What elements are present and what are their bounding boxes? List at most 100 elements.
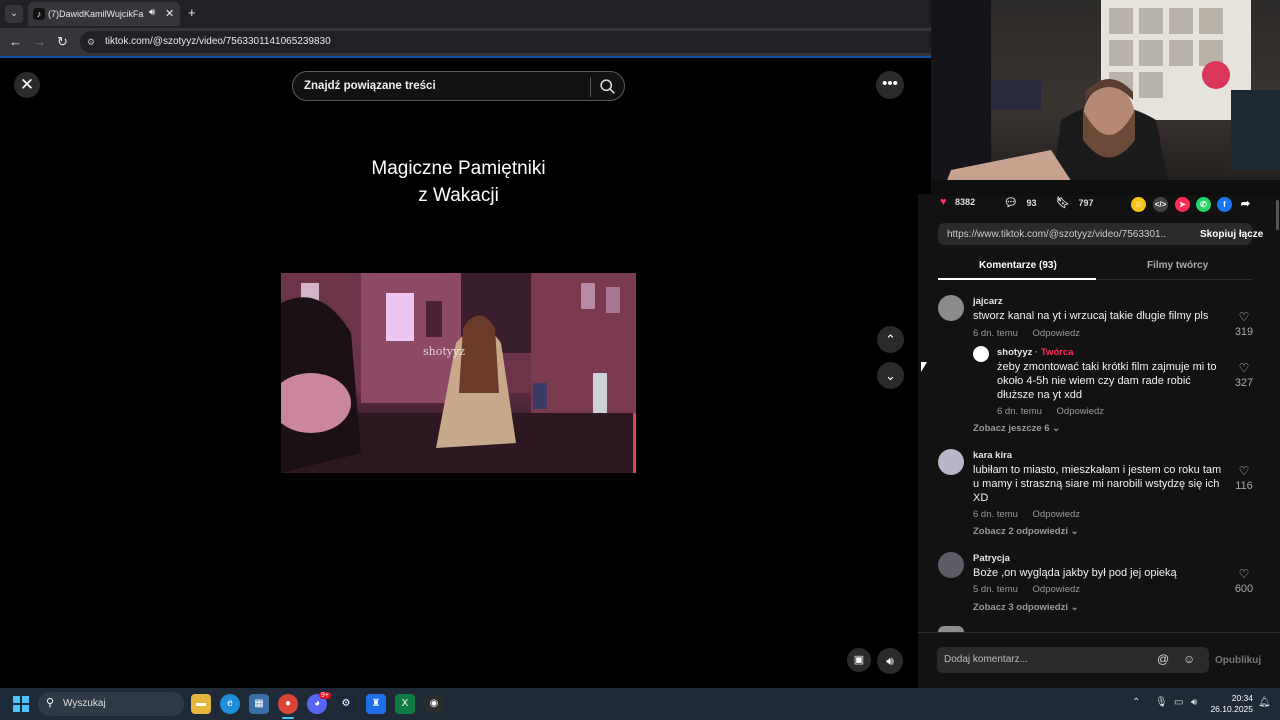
picture-in-picture-icon[interactable]: ▣ bbox=[847, 648, 871, 672]
obs-icon[interactable]: ◉ bbox=[424, 694, 444, 714]
view-more-label: Zobacz jeszcze 6 bbox=[973, 423, 1050, 434]
copy-link-row: https://www.tiktok.com/@szotyyz/video/75… bbox=[938, 223, 1263, 245]
excel-icon[interactable]: X bbox=[395, 694, 415, 714]
taskbar-search[interactable]: ⚲ Wyszukaj bbox=[38, 692, 184, 716]
avatar[interactable] bbox=[938, 295, 964, 321]
reply-link[interactable]: Odpowiedz bbox=[1033, 584, 1081, 595]
webcam-overlay bbox=[931, 0, 1280, 196]
network-icon[interactable]: ▭ bbox=[1174, 697, 1183, 708]
comment-username[interactable]: kara kira bbox=[973, 450, 1012, 461]
file-explorer-icon[interactable]: ▬ bbox=[191, 694, 211, 714]
mouse-cursor bbox=[921, 362, 927, 372]
app-b-icon[interactable]: ♜ bbox=[366, 694, 386, 714]
avatar[interactable] bbox=[938, 552, 964, 578]
chrome-icon[interactable]: ● bbox=[278, 694, 298, 714]
comment-like-count: 116 bbox=[1235, 480, 1253, 492]
microphone-icon[interactable]: 🎙︎ bbox=[1155, 697, 1168, 708]
comment-username[interactable]: jajcarz bbox=[973, 296, 1003, 307]
view-replies[interactable]: Zobacz 2 odpowiedzi ⌄ bbox=[973, 526, 1079, 537]
like-heart-icon[interactable]: ♡ bbox=[1232, 361, 1256, 375]
video-frame: shotyyz bbox=[281, 273, 636, 473]
windows-start-icon[interactable] bbox=[13, 696, 29, 712]
steam-icon[interactable]: ⚙ bbox=[336, 694, 356, 714]
view-replies-label: Zobacz 3 odpowiedzi bbox=[973, 602, 1069, 613]
video-player[interactable]: Magiczne Pamiętniki z Wakacji shotyyz bbox=[281, 103, 636, 688]
reload-icon[interactable]: ↻ bbox=[57, 34, 68, 50]
show-hidden-icons-icon[interactable]: ⌃ bbox=[1132, 697, 1140, 708]
address-bar[interactable]: ⚙ tiktok.com/@szotyyz/video/756330114106… bbox=[80, 31, 931, 53]
browser-tab[interactable]: ♪ (7)DawidKamilWujcikFamel 🔊︎ ✕ bbox=[28, 2, 180, 26]
comment-text: żeby zmontować taki krótki film zajmuje … bbox=[997, 361, 1217, 401]
audio-playing-icon[interactable]: 🔊︎ bbox=[149, 7, 155, 18]
share-arrow-icon[interactable]: ➦ bbox=[1238, 197, 1253, 212]
reply-link[interactable]: Odpowiedz bbox=[1057, 406, 1105, 417]
reply-link[interactable]: Odpowiedz bbox=[1033, 509, 1081, 520]
copy-link-button[interactable]: Skopiuj łącze bbox=[1200, 229, 1263, 240]
tab-title: (7)DawidKamilWujcikFamel bbox=[48, 9, 144, 19]
view-replies[interactable]: Zobacz 3 odpowiedzi ⌄ bbox=[973, 602, 1079, 613]
send-to-friends-icon[interactable]: ➤ bbox=[1175, 197, 1190, 212]
comment-username[interactable]: Patrycja bbox=[973, 553, 1010, 564]
mention-icon[interactable]: @ bbox=[1157, 652, 1169, 666]
notifications-icon[interactable]: 🔔︎ bbox=[1258, 697, 1271, 708]
comment-meta: 6 dn. temu Odpowiedz bbox=[997, 406, 1116, 417]
clock[interactable]: 20:34 26.10.2025 bbox=[1205, 693, 1253, 715]
like-heart-icon[interactable]: ♡ bbox=[1232, 567, 1256, 581]
comment-input[interactable]: Dodaj komentarz... @ ☺ bbox=[937, 647, 1209, 673]
heart-icon: ♥ bbox=[940, 196, 947, 208]
search-icon[interactable] bbox=[599, 78, 616, 95]
save-stat[interactable]: 🔖︎ 797 bbox=[1056, 196, 1094, 209]
tab-comments[interactable]: Komentarze (93) bbox=[979, 260, 1057, 271]
comment-text: lubiłam to miasto, mieszkałam i jestem c… bbox=[973, 464, 1222, 504]
publish-button[interactable]: Opublikuj bbox=[1215, 655, 1261, 666]
video-overlay-title: Magiczne Pamiętniki z Wakacji bbox=[281, 155, 636, 209]
browser-tabbar: ⌄ ♪ (7)DawidKamilWujcikFamel 🔊︎ ✕ + bbox=[0, 0, 931, 28]
like-stat[interactable]: ♥ 8382 bbox=[940, 196, 975, 208]
tab-creator-videos[interactable]: Filmy twórcy bbox=[1147, 260, 1208, 271]
panel-scrollbar[interactable] bbox=[1276, 200, 1279, 230]
chevron-down-icon: ⌄ bbox=[1070, 602, 1079, 613]
video-watermark: shotyyz bbox=[423, 345, 465, 358]
speaker-icon[interactable]: 🔊︎ bbox=[1191, 697, 1197, 708]
whatsapp-icon[interactable]: ✆ bbox=[1196, 197, 1211, 212]
avatar[interactable] bbox=[938, 449, 964, 475]
comment-username[interactable]: shotyyz · Twórca bbox=[997, 347, 1073, 358]
next-video-icon[interactable]: ⌄ bbox=[877, 362, 904, 389]
avatar[interactable] bbox=[973, 346, 989, 362]
store-icon[interactable]: ▦ bbox=[249, 694, 269, 714]
related-search-input[interactable]: Znajdź powiązane treści bbox=[292, 71, 625, 101]
compose-divider bbox=[918, 632, 1280, 633]
like-heart-icon[interactable]: ♡ bbox=[1232, 464, 1256, 478]
back-icon[interactable]: ← bbox=[9, 34, 22, 50]
view-more-replies[interactable]: Zobacz jeszcze 6 ⌄ bbox=[973, 423, 1060, 434]
comments-panel: ♥ 8382 💬︎ 93 🔖︎ 797 ☺ </> ➤ ✆ f ➦ https:… bbox=[918, 194, 1280, 688]
comment-count: 93 bbox=[1026, 198, 1037, 208]
emoji-share-icon[interactable]: ☺ bbox=[1131, 197, 1146, 212]
site-info-icon[interactable]: ⚙ bbox=[87, 36, 99, 48]
more-options-icon[interactable]: ••• bbox=[876, 71, 904, 99]
tiktok-favicon-icon: ♪ bbox=[33, 8, 45, 20]
comment-placeholder: Dodaj komentarz... bbox=[944, 654, 1028, 665]
previous-video-icon[interactable]: ⌃ bbox=[877, 326, 904, 353]
chevron-down-icon: ⌄ bbox=[1070, 526, 1079, 537]
like-heart-icon[interactable]: ♡ bbox=[1232, 310, 1256, 324]
comment-text: stworz kanal na yt i wrzucaj takie dlugi… bbox=[973, 310, 1209, 322]
new-tab-button[interactable]: + bbox=[188, 6, 196, 20]
reply-link[interactable]: Odpowiedz bbox=[1033, 328, 1081, 339]
url-text: tiktok.com/@szotyyz/video/75633011410652… bbox=[105, 36, 331, 47]
tab-close-icon[interactable]: ✕ bbox=[165, 7, 174, 20]
tab-search-button[interactable]: ⌄ bbox=[5, 5, 23, 23]
close-icon[interactable]: ✕ bbox=[14, 72, 40, 98]
video-stage: ✕ Znajdź powiązane treści ••• Magiczne P… bbox=[0, 58, 918, 688]
facebook-icon[interactable]: f bbox=[1217, 197, 1232, 212]
volume-icon[interactable]: 🔊︎ bbox=[877, 648, 903, 674]
edge-icon[interactable]: e bbox=[220, 694, 240, 714]
clock-time: 20:34 bbox=[1231, 693, 1253, 703]
forward-icon[interactable]: → bbox=[33, 34, 46, 50]
emoji-icon[interactable]: ☺ bbox=[1183, 652, 1195, 666]
comment-stat[interactable]: 💬︎ 93 bbox=[1004, 196, 1037, 209]
embed-icon[interactable]: </> bbox=[1153, 197, 1168, 212]
share-url[interactable]: https://www.tiktok.com/@szotyyz/video/75… bbox=[947, 229, 1167, 240]
windows-taskbar: ⚲ Wyszukaj ▬ e ▦ ● ◕ 9+ ⚙ ♜ X ◉ ⌃ 🎙︎ ▭ 🔊… bbox=[0, 688, 1280, 720]
search-icon: ⚲ bbox=[46, 697, 55, 709]
